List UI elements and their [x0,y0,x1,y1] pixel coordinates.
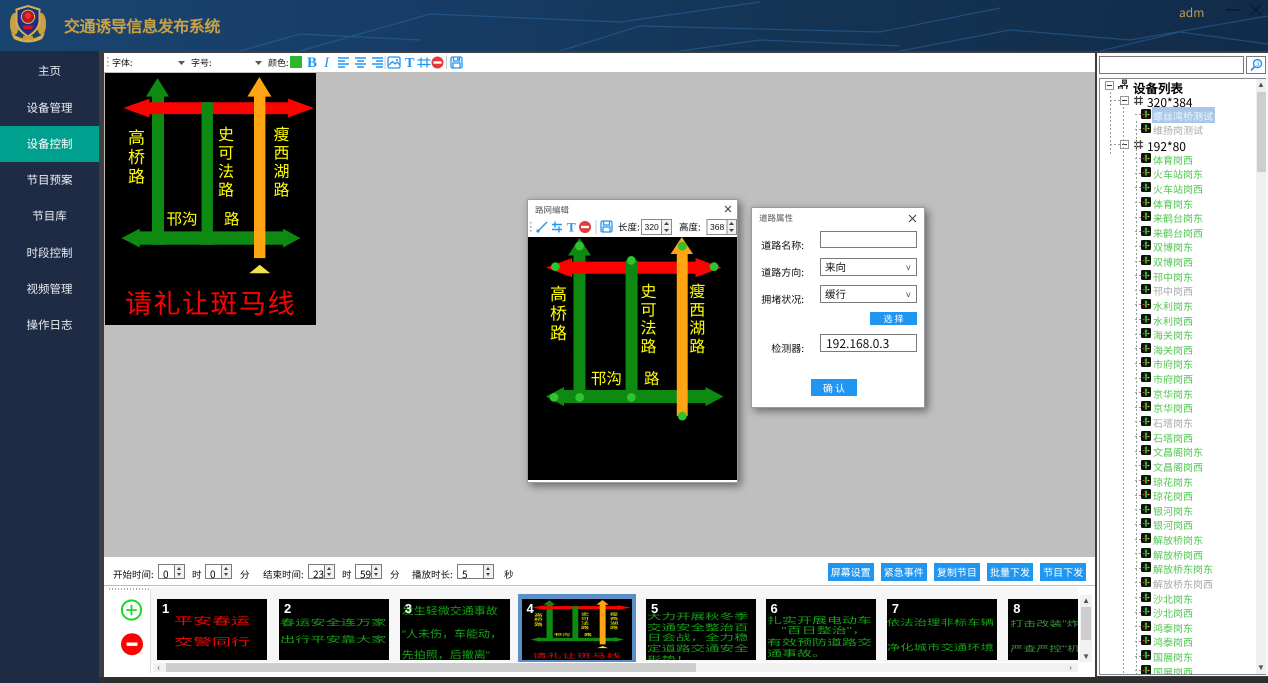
svg-text:邗沟: 邗沟 [554,631,570,636]
svg-text:路: 路 [550,319,567,344]
svg-text:路: 路 [644,367,660,389]
svg-text:I: I [323,55,330,71]
svg-text:邗沟: 邗沟 [591,367,622,389]
svg-text:路: 路 [580,624,589,630]
svg-text:路: 路 [273,177,289,201]
svg-text:320: 320 [645,222,659,232]
svg-text:请礼让斑马线: 请礼让斑马线 [532,650,621,660]
svg-text:T: T [405,56,415,71]
svg-text:路: 路 [128,163,145,188]
svg-text:字体:: 字体: [112,56,133,69]
svg-text:路: 路 [609,624,618,630]
svg-text:368: 368 [710,222,724,232]
svg-text:字号:: 字号: [191,56,212,69]
svg-text:路: 路 [217,177,233,201]
svg-text:长度:: 长度: [618,220,640,234]
svg-text:T: T [567,220,576,235]
svg-text:邗沟: 邗沟 [166,208,197,230]
svg-text:请礼让斑马线: 请礼让斑马线 [125,282,296,321]
svg-text:路: 路 [533,621,542,627]
svg-text:颜色:: 颜色: [268,56,289,69]
svg-text:路: 路 [584,631,593,636]
svg-text:高度:: 高度: [679,220,701,234]
svg-text:路: 路 [689,333,705,357]
svg-text:路: 路 [224,208,240,230]
svg-text:路: 路 [640,333,656,357]
svg-text:3: 3 [1256,59,1259,68]
svg-text:B: B [307,55,317,71]
